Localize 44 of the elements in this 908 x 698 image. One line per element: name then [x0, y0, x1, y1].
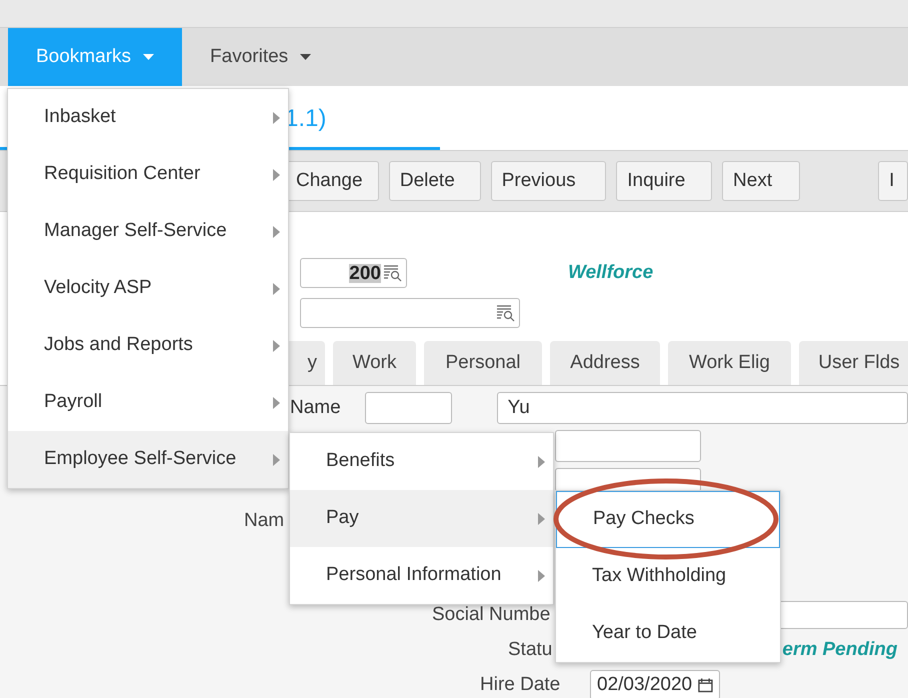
text-field[interactable]	[555, 430, 701, 462]
text-field[interactable]	[365, 392, 452, 424]
menu-item[interactable]: Jobs and Reports	[8, 317, 288, 374]
field-label: Name	[290, 396, 342, 420]
toolbar-button[interactable]: Previous	[490, 161, 606, 201]
field-label: Social Numbe	[432, 602, 550, 627]
status-text: erm Pending	[782, 638, 898, 662]
menu-item[interactable]: Pay	[290, 490, 553, 547]
toolbar-button[interactable]: Delete	[388, 161, 481, 201]
company-name: Wellforce	[568, 260, 654, 285]
lookup-icon[interactable]	[496, 304, 516, 322]
menu-item[interactable]: Personal Information	[290, 547, 553, 604]
calendar-icon[interactable]	[698, 677, 713, 693]
form-tab[interactable]: Personal	[424, 341, 542, 385]
company-code: 200	[349, 264, 381, 282]
menu-item[interactable]: Payroll	[8, 374, 288, 431]
field-label: Statu	[508, 638, 552, 662]
toolbar-button[interactable]: Next	[722, 161, 800, 201]
date-field[interactable]: 02/03/2020	[590, 670, 720, 698]
menu-item[interactable]: Velocity ASP	[8, 260, 288, 317]
menu-item[interactable]: Tax Withholding	[556, 548, 780, 605]
menu-item[interactable]: Year to Date	[556, 605, 780, 662]
menu-item[interactable]: Inbasket	[8, 89, 288, 146]
caret-icon	[300, 54, 312, 60]
field-label: Nam	[244, 508, 284, 533]
field-label: Hire Date	[480, 672, 562, 697]
menu-item[interactable]: Employee Self-Service	[8, 431, 288, 488]
toolbar-button[interactable]: Inquire	[616, 161, 712, 201]
menu-item[interactable]: Requisition Center	[8, 146, 288, 203]
menu-item[interactable]: Pay Checks	[556, 491, 780, 548]
form-tab[interactable]: Work Elig	[668, 341, 791, 385]
caret-icon	[143, 54, 154, 60]
menu-item[interactable]: Benefits	[290, 433, 553, 490]
company-field[interactable]: 200	[300, 258, 407, 288]
form-tab[interactable]: Work	[333, 341, 416, 385]
menu-item[interactable]: Manager Self-Service	[8, 203, 288, 260]
toolbar-button[interactable]: I	[878, 161, 908, 201]
lookup-icon[interactable]	[383, 264, 403, 282]
form-tab[interactable]: User Flds	[799, 341, 908, 385]
nav-menu-button[interactable]: Favorites	[182, 28, 340, 86]
text-field[interactable]: Yu	[496, 392, 908, 424]
form-tab[interactable]: Address	[550, 341, 660, 385]
page-title: 1.1)	[285, 105, 326, 132]
employee-field[interactable]	[300, 298, 520, 328]
